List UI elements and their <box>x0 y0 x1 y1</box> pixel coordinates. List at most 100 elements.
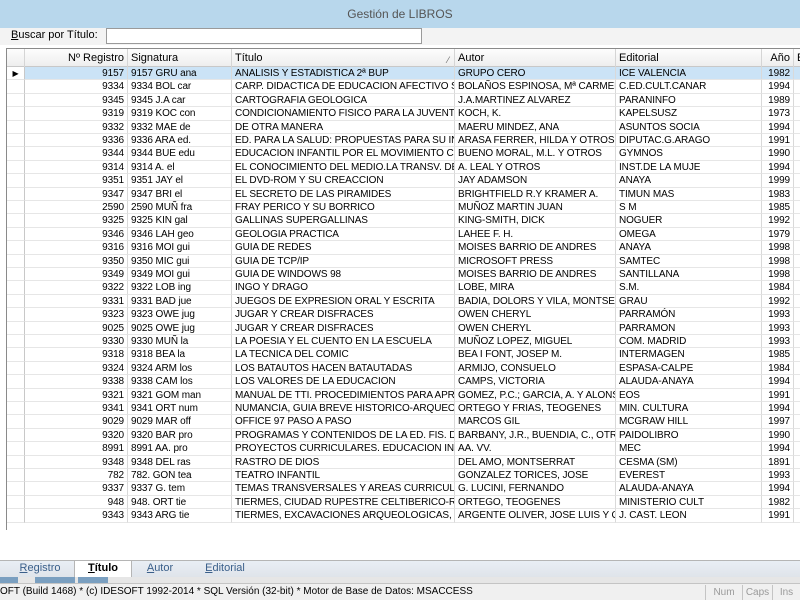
cell-titulo: GALLINAS SUPERGALLINAS <box>232 214 455 228</box>
row-indicator[interactable] <box>7 482 25 496</box>
cell-registro: 9029 <box>25 415 128 429</box>
table-row[interactable]: 9318 9318 BEA la LA TECNICA DEL COMIC BEA I… <box>7 348 800 362</box>
row-indicator[interactable] <box>7 415 25 429</box>
cell-anio: 1989 <box>762 93 794 108</box>
row-indicator[interactable] <box>7 428 25 443</box>
row-indicator[interactable] <box>7 321 25 335</box>
table-row[interactable]: 9316 9316 MOI gui GUIA DE REDES MOISES BARR… <box>7 241 800 255</box>
row-indicator[interactable]: ▶ <box>7 67 25 81</box>
table-row[interactable]: 9344 9344 BUE edu EDUCACION INFANTIL POR E… <box>7 147 800 161</box>
table-row[interactable]: 9319 9319 KOC con CONDICIONAMIENTO FISICO … <box>7 107 800 121</box>
cell-editorial: MEC <box>616 442 762 456</box>
table-row[interactable]: 9321 9321 GOM man MANUAL DE TTI. PROCEDIMI… <box>7 388 800 402</box>
row-indicator[interactable] <box>7 388 25 402</box>
row-indicator[interactable] <box>7 375 25 389</box>
cell-signatura: 9029 MAR off <box>128 415 232 429</box>
table-row[interactable]: 9341 9341 ORT num NUMANCIA, GUIA BREVE HIS… <box>7 402 800 416</box>
row-indicator[interactable] <box>7 174 25 188</box>
row-indicator[interactable] <box>7 361 25 376</box>
cell-registro: 9348 <box>25 455 128 469</box>
table-row[interactable]: 9347 9347 BRI el EL SECRETO DE LAS PIRAMID… <box>7 187 800 201</box>
row-indicator[interactable] <box>7 268 25 282</box>
header-editorial[interactable]: Editorial <box>616 49 762 67</box>
cell-ejemplares <box>794 67 800 81</box>
tab-titulo[interactable]: Título <box>74 561 132 577</box>
header-ejemplares[interactable]: Ej <box>794 49 800 67</box>
table-row[interactable]: 9338 9338 CAM los LOS VALORES DE LA EDUCAC… <box>7 375 800 389</box>
table-row[interactable]: 9314 9314 A. el EL CONOCIMIENTO DEL MEDIO.… <box>7 160 800 175</box>
row-indicator[interactable] <box>7 241 25 255</box>
header-autor[interactable]: Autor <box>455 49 616 67</box>
row-indicator[interactable] <box>7 201 25 215</box>
cell-anio: 1985 <box>762 201 794 215</box>
row-indicator[interactable] <box>7 214 25 228</box>
cell-registro: 9331 <box>25 294 128 309</box>
table-row[interactable]: 9025 9025 OWE jug JUGAR Y CREAR DISFRACES O… <box>7 321 800 335</box>
cell-signatura: 9324 ARM los <box>128 361 232 376</box>
row-indicator[interactable] <box>7 93 25 108</box>
tab-registro[interactable]: Registro <box>8 561 72 577</box>
row-indicator[interactable] <box>7 455 25 469</box>
table-row[interactable]: 9334 9334 BOL car CARP. DIDACTICA DE EDUCA… <box>7 80 800 94</box>
row-indicator[interactable] <box>7 308 25 322</box>
row-indicator[interactable] <box>7 160 25 175</box>
books-grid[interactable]: Nº Registro Signatura Título ⁄ Autor Editoria… <box>6 48 800 530</box>
table-row[interactable]: 9348 9348 DEL ras RASTRO DE DIOS DEL AMO, M… <box>7 455 800 469</box>
row-indicator[interactable] <box>7 335 25 349</box>
cell-ejemplares <box>794 147 800 161</box>
row-indicator[interactable] <box>7 495 25 510</box>
row-indicator[interactable] <box>7 187 25 201</box>
row-indicator[interactable] <box>7 227 25 242</box>
table-row[interactable]: 9029 9029 MAR off OFFICE 97 PASO A PASO MAR… <box>7 415 800 429</box>
cell-signatura: 9346 LAH geo <box>128 227 232 242</box>
cell-editorial: MIN. CULTURA <box>616 402 762 416</box>
row-indicator[interactable] <box>7 107 25 121</box>
cell-ejemplares <box>794 456 800 469</box>
table-row[interactable]: 9350 9350 MIC gui GUIA DE TCP/IP MICROSOFT … <box>7 254 800 268</box>
table-row[interactable]: 9332 9332 MAE de DE OTRA MANERA MAERU MINDE… <box>7 120 800 134</box>
row-indicator[interactable] <box>7 147 25 161</box>
cell-ejemplares <box>794 362 800 376</box>
table-row[interactable]: 9322 9322 LOB ing INGO Y DRAGO LOBE, MIRA S.… <box>7 281 800 295</box>
tab-autor[interactable]: Autor <box>134 561 186 577</box>
row-indicator[interactable] <box>7 80 25 94</box>
row-indicator[interactable] <box>7 442 25 456</box>
table-row[interactable]: 2590 2590 MUÑ fra FRAY PERICO Y SU BORRICO… <box>7 201 800 215</box>
table-row[interactable]: 9325 9325 KIN gal GALLINAS SUPERGALLINAS KI… <box>7 214 800 228</box>
table-row[interactable]: ▶ 9157 9157 GRU ana ANALISIS Y ESTADISTICA … <box>7 67 800 81</box>
table-row[interactable]: 8991 8991 AA. pro PROYECTOS CURRICULARES. … <box>7 442 800 456</box>
table-row[interactable]: 9323 9323 OWE jug JUGAR Y CREAR DISFRACES O… <box>7 308 800 322</box>
header-titulo[interactable]: Título ⁄ <box>232 49 455 67</box>
cell-signatura: 9322 LOB ing <box>128 281 232 295</box>
search-input[interactable] <box>106 28 422 44</box>
cell-titulo: TIERMES, CIUDAD RUPESTRE CELTIBERICO-ROM… <box>232 495 455 510</box>
table-row[interactable]: 948 948. ORT tie TIERMES, CIUDAD RUPESTRE … <box>7 495 800 510</box>
table-row[interactable]: 9330 9330 MUÑ la LA POESIA Y EL CUENTO EN … <box>7 335 800 349</box>
row-indicator[interactable] <box>7 134 25 148</box>
table-row[interactable]: 9345 9345 J.A car CARTOGRAFIA GEOLOGICA J.A… <box>7 93 800 108</box>
table-row[interactable]: 9349 9349 MOI gui GUIA DE WINDOWS 98 MOISES… <box>7 268 800 282</box>
cell-autor: BADIA, DOLORS Y VILA, MONTSERRA <box>455 294 616 309</box>
row-indicator[interactable] <box>7 120 25 134</box>
table-row[interactable]: 9324 9324 ARM los LOS BATAUTOS HACEN BATAU… <box>7 361 800 376</box>
table-row[interactable]: 782 782. GON tea TEATRO INFANTIL GONZALEZ T… <box>7 469 800 483</box>
table-row[interactable]: 9351 9351 JAY el EL DVD-ROM Y SU CREACCION… <box>7 174 800 188</box>
header-signatura[interactable]: Signatura <box>128 49 232 67</box>
row-indicator[interactable] <box>7 348 25 362</box>
cell-registro: 9324 <box>25 361 128 376</box>
row-indicator[interactable] <box>7 509 25 523</box>
header-anio[interactable]: Año <box>762 49 794 67</box>
row-indicator[interactable] <box>7 281 25 295</box>
header-registro[interactable]: Nº Registro <box>25 49 128 67</box>
row-indicator[interactable] <box>7 294 25 309</box>
row-indicator[interactable] <box>7 402 25 416</box>
table-row[interactable]: 9320 9320 BAR pro PROGRAMAS Y CONTENIDOS D… <box>7 428 800 443</box>
table-row[interactable]: 9343 9343 ARG tie TIERMES, EXCAVACIONES AR… <box>7 509 800 523</box>
table-row[interactable]: 9337 9337 G. tem TEMAS TRANSVERSALES Y ARE… <box>7 482 800 496</box>
row-indicator[interactable] <box>7 254 25 268</box>
table-row[interactable]: 9336 9336 ARA ed. ED. PARA LA SALUD: PROPU… <box>7 134 800 148</box>
row-indicator[interactable] <box>7 469 25 483</box>
table-row[interactable]: 9346 9346 LAH geo GEOLOGIA PRACTICA LAHEE F… <box>7 227 800 242</box>
table-row[interactable]: 9331 9331 BAD jue JUEGOS DE EXPRESION ORAL… <box>7 294 800 309</box>
tab-editorial[interactable]: Editorial <box>188 561 262 577</box>
